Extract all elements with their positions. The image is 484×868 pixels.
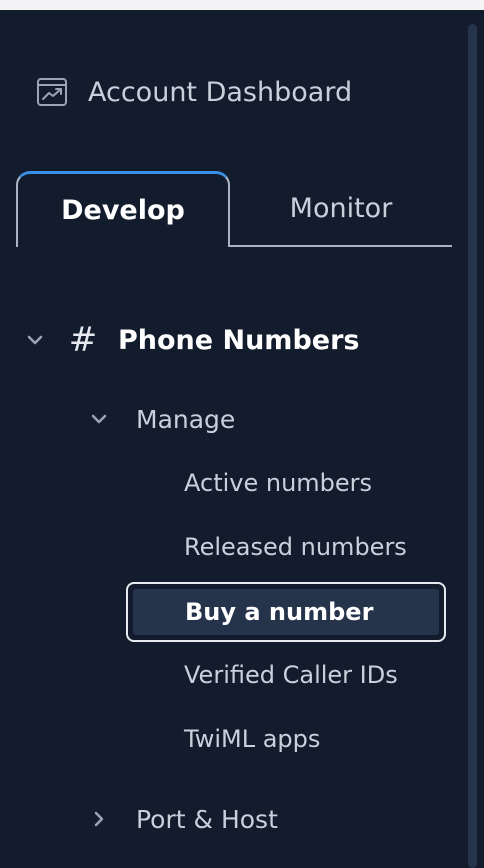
chevron-down-icon[interactable]: [88, 408, 110, 430]
sidebar-scrollbar[interactable]: [468, 24, 477, 868]
chart-dashboard-icon: [36, 76, 68, 108]
tab-develop[interactable]: Develop: [16, 171, 230, 247]
port-host-label: Port & Host: [136, 804, 278, 834]
section-title: Phone Numbers: [118, 324, 360, 356]
chevron-right-icon[interactable]: [88, 808, 110, 830]
top-edge: [0, 0, 484, 10]
manage-group-header[interactable]: Manage: [88, 399, 235, 439]
phone-numbers-section-header[interactable]: # Phone Numbers: [24, 318, 359, 362]
nav-item-released-numbers[interactable]: Released numbers: [184, 527, 407, 567]
nav-item-active-numbers[interactable]: Active numbers: [184, 463, 372, 503]
nav-item-buy-a-number[interactable]: Buy a number: [126, 582, 446, 642]
chevron-down-icon[interactable]: [24, 329, 46, 351]
account-dashboard-link[interactable]: Account Dashboard: [36, 72, 352, 112]
tab-monitor[interactable]: Monitor: [230, 171, 452, 247]
port-host-group-header[interactable]: Port & Host: [88, 799, 278, 839]
account-dashboard-label: Account Dashboard: [88, 76, 353, 108]
nav-item-verified-caller-ids[interactable]: Verified Caller IDs: [184, 655, 398, 695]
hash-icon: #: [68, 320, 98, 360]
nav-item-buy-a-number-label: Buy a number: [133, 589, 439, 635]
develop-monitor-tabs: Develop Monitor: [16, 171, 452, 247]
nav-item-twiml-apps[interactable]: TwiML apps: [184, 719, 320, 759]
manage-label: Manage: [136, 404, 236, 434]
